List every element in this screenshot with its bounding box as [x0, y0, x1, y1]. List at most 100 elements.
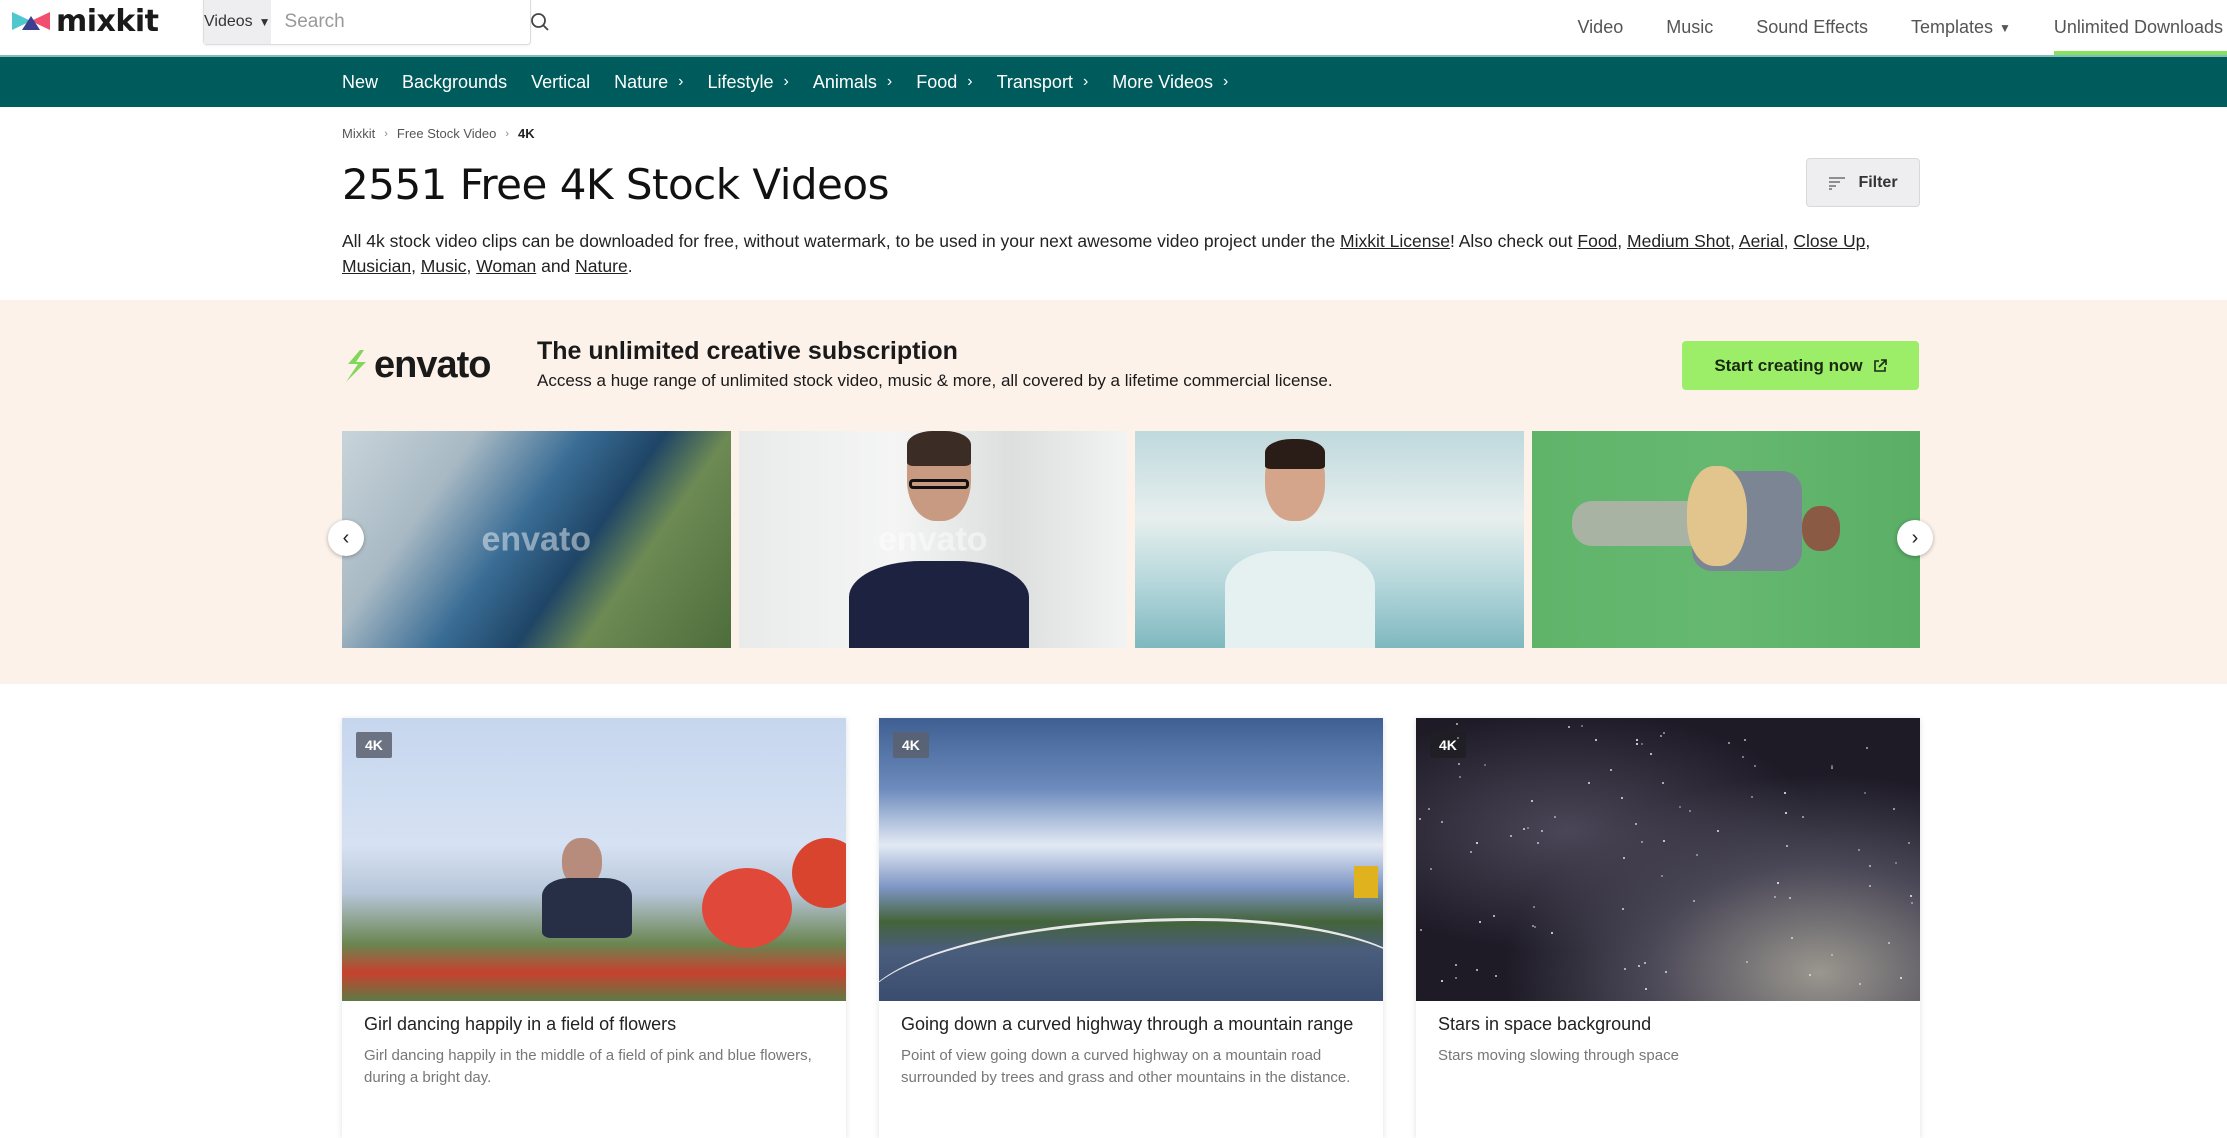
star-dot — [1455, 964, 1457, 966]
star-dot — [1636, 743, 1638, 745]
category-nature[interactable]: Nature› — [614, 72, 683, 93]
4k-badge: 4K — [356, 732, 392, 758]
carousel-next-button[interactable]: › — [1897, 520, 1933, 556]
logo-text: mixkit — [56, 4, 158, 39]
video-card[interactable]: 4K Stars in space background Stars movin… — [1416, 718, 1920, 1138]
category-label: Lifestyle — [707, 72, 773, 93]
video-description: Stars moving slowing through space — [1438, 1045, 1898, 1067]
breadcrumb-mixkit[interactable]: Mixkit — [342, 126, 375, 141]
intro-segment: and — [536, 256, 575, 276]
carousel-slide[interactable] — [1135, 431, 1524, 648]
mixkit-logo[interactable]: mixkit — [12, 4, 158, 38]
license-link[interactable]: Mixkit License — [1340, 231, 1450, 251]
filter-button[interactable]: Filter — [1806, 158, 1920, 207]
category-backgrounds[interactable]: Backgrounds — [402, 72, 507, 93]
chevron-right-icon: › — [784, 73, 789, 91]
video-thumbnail[interactable]: 4K — [342, 718, 846, 1001]
nav-templates[interactable]: Templates▼ — [1911, 0, 2011, 55]
tag-link-music[interactable]: Music — [421, 256, 467, 276]
star-dot — [1717, 830, 1719, 832]
tag-link-food[interactable]: Food — [1577, 231, 1617, 251]
star-dot — [1581, 725, 1583, 727]
page-title: 2551 Free 4K Stock Videos — [342, 160, 889, 209]
star-dot — [1728, 742, 1730, 744]
video-title[interactable]: Girl dancing happily in a field of flowe… — [364, 1014, 676, 1035]
carousel-slide[interactable]: envato — [342, 431, 731, 648]
chevron-right-icon: › — [1912, 527, 1919, 550]
video-title[interactable]: Going down a curved highway through a mo… — [901, 1014, 1353, 1035]
category-animals[interactable]: Animals› — [813, 72, 892, 93]
video-description: Girl dancing happily in the middle of a … — [364, 1045, 824, 1089]
star-dot — [1789, 897, 1791, 899]
category-new[interactable]: New — [342, 72, 378, 93]
nav-music[interactable]: Music — [1666, 0, 1713, 55]
tag-link-woman[interactable]: Woman — [476, 256, 536, 276]
star-dot — [1470, 851, 1472, 853]
star-dot — [1809, 974, 1811, 976]
top-header: mixkit Videos ▼ Video Music Sound Effect… — [0, 0, 2227, 55]
nav-video[interactable]: Video — [1578, 0, 1624, 55]
category-vertical[interactable]: Vertical — [531, 72, 590, 93]
carousel-slide[interactable] — [1532, 431, 1921, 648]
thumb-poppy — [792, 838, 846, 908]
search-type-dropdown[interactable]: Videos ▼ — [204, 0, 271, 44]
envato-logo[interactable]: envato — [342, 344, 490, 387]
video-description: Point of view going down a curved highwa… — [901, 1045, 1361, 1089]
star-dot — [1777, 882, 1779, 884]
video-thumbnail[interactable]: 4K — [1416, 718, 1920, 1001]
star-dot — [1660, 735, 1662, 737]
start-creating-button[interactable]: Start creating now — [1682, 341, 1919, 390]
star-dot — [1869, 885, 1871, 887]
star-dot — [1893, 808, 1895, 810]
star-dot — [1689, 810, 1691, 812]
star-dot — [1858, 849, 1860, 851]
category-more-videos[interactable]: More Videos› — [1112, 72, 1228, 93]
promo-subtitle: Access a huge range of unlimited stock v… — [537, 371, 1333, 391]
nav-unlimited-downloads[interactable]: Unlimited Downloads — [2054, 0, 2223, 55]
category-transport[interactable]: Transport› — [997, 72, 1089, 93]
star-dot — [1751, 796, 1753, 798]
tag-link-close-up[interactable]: Close Up — [1793, 231, 1865, 251]
4k-badge: 4K — [893, 732, 929, 758]
video-title[interactable]: Stars in space background — [1438, 1014, 1651, 1035]
caret-down-icon: ▼ — [259, 15, 271, 29]
star-dot — [1455, 977, 1457, 979]
star-dot — [1644, 962, 1646, 964]
star-dot — [1746, 961, 1748, 963]
star-dot — [1531, 800, 1533, 802]
filter-label: Filter — [1858, 174, 1897, 192]
star-dot — [1859, 983, 1861, 985]
tag-link-musician[interactable]: Musician — [342, 256, 411, 276]
search-bar: Videos ▼ — [203, 0, 531, 45]
star-dot — [1510, 835, 1512, 837]
star-dot — [1888, 942, 1890, 944]
video-thumbnail[interactable]: 4K — [879, 718, 1383, 1001]
breadcrumb-current: 4K — [518, 126, 535, 141]
star-dot — [1595, 739, 1597, 741]
category-food[interactable]: Food› — [916, 72, 972, 93]
tag-link-nature[interactable]: Nature — [575, 256, 628, 276]
search-button[interactable] — [530, 0, 550, 44]
category-label: Backgrounds — [402, 72, 507, 93]
tag-link-medium-shot[interactable]: Medium Shot — [1627, 231, 1730, 251]
category-lifestyle[interactable]: Lifestyle › — [707, 72, 788, 93]
star-dot — [1900, 977, 1902, 979]
star-dot — [1428, 808, 1430, 810]
nav-sound-effects[interactable]: Sound Effects — [1756, 0, 1868, 55]
video-card[interactable]: 4K Going down a curved highway through a… — [879, 718, 1383, 1138]
carousel-prev-button[interactable]: ‹ — [328, 520, 364, 556]
envato-promo-banner: envato The unlimited creative subscripti… — [0, 300, 2227, 684]
nav-label: Templates — [1911, 17, 1993, 38]
category-label: More Videos — [1112, 72, 1213, 93]
carousel-slide[interactable]: envato — [739, 431, 1128, 648]
video-card[interactable]: 4K Girl dancing happily in a field of fl… — [342, 718, 846, 1138]
star-dot — [1635, 823, 1637, 825]
tag-link-aerial[interactable]: Aerial — [1739, 231, 1784, 251]
star-dot — [1624, 968, 1626, 970]
nav-label: Music — [1666, 17, 1713, 38]
star-dot — [1430, 868, 1432, 870]
star-dot — [1441, 821, 1443, 823]
search-input[interactable] — [271, 0, 530, 44]
breadcrumb-free-stock-video[interactable]: Free Stock Video — [397, 126, 496, 141]
star-dot — [1636, 739, 1638, 741]
